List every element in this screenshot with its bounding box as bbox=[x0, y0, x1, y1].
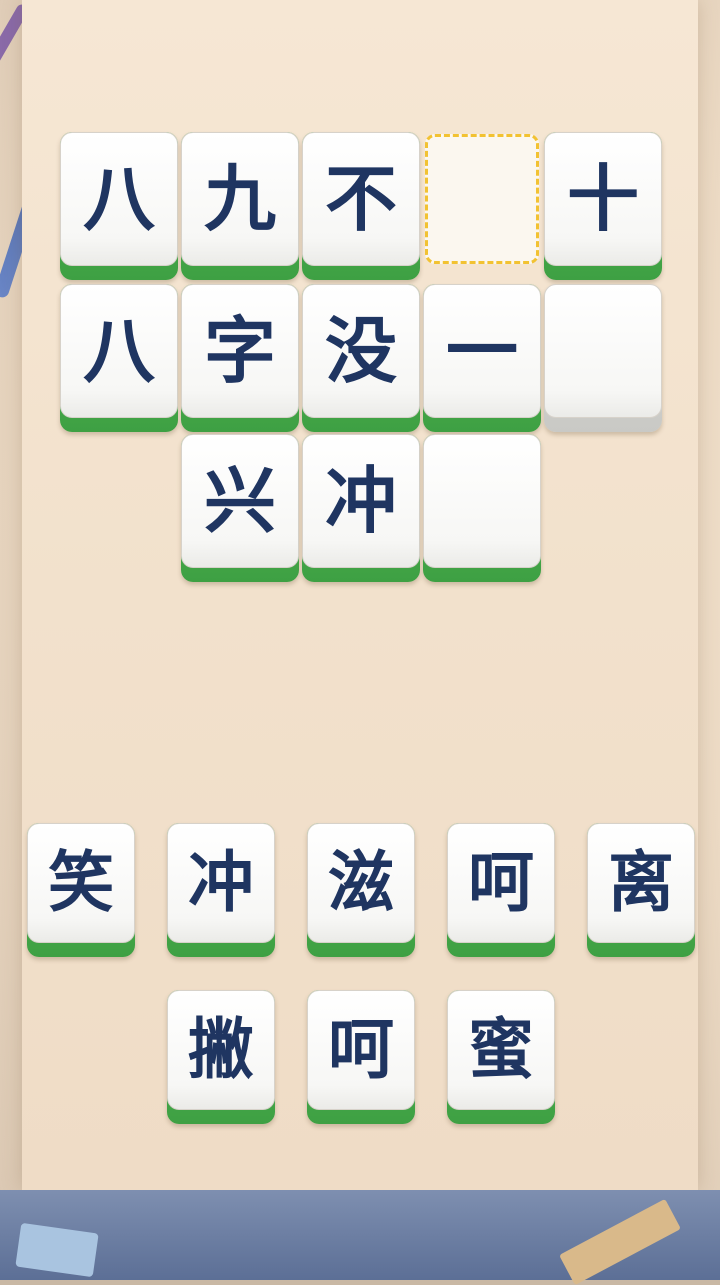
empty-slot[interactable] bbox=[544, 284, 662, 432]
choice-char: 呵 bbox=[468, 844, 534, 921]
choice-tile[interactable]: 滋 bbox=[307, 823, 415, 957]
board-cell[interactable]: 不 bbox=[302, 132, 420, 280]
board-cell[interactable]: 八 bbox=[60, 132, 178, 280]
selected-empty-slot[interactable] bbox=[423, 132, 541, 280]
board-char: 八 bbox=[82, 157, 155, 241]
board-char: 一 bbox=[445, 309, 518, 393]
choice-tile[interactable]: 笑 bbox=[27, 823, 135, 957]
board-char: 字 bbox=[203, 309, 276, 393]
choice-char: 呵 bbox=[328, 1011, 394, 1088]
board-cell[interactable]: 八 bbox=[60, 284, 178, 432]
choice-char: 撇 bbox=[188, 1011, 254, 1088]
choice-char: 离 bbox=[608, 844, 674, 921]
choice-tile[interactable]: 蜜 bbox=[447, 990, 555, 1124]
choice-tile[interactable]: 呵 bbox=[307, 990, 415, 1124]
choice-char: 滋 bbox=[328, 844, 394, 921]
board-char: 不 bbox=[324, 157, 397, 241]
choice-char: 蜜 bbox=[468, 1011, 534, 1088]
board-cell[interactable]: 兴 bbox=[181, 434, 299, 582]
board-char: 兴 bbox=[203, 459, 276, 543]
choice-tile[interactable]: 呵 bbox=[447, 823, 555, 957]
board-cell[interactable]: 冲 bbox=[302, 434, 420, 582]
idiom-board: 八 九 不 十 八 字 没 一 兴 冲 bbox=[0, 0, 720, 720]
board-cell[interactable]: 没 bbox=[302, 284, 420, 432]
choice-tile[interactable]: 冲 bbox=[167, 823, 275, 957]
board-char: 冲 bbox=[324, 459, 397, 543]
choice-char: 笑 bbox=[48, 844, 114, 921]
board-char: 八 bbox=[82, 309, 155, 393]
board-cell[interactable]: 字 bbox=[181, 284, 299, 432]
board-char: 十 bbox=[566, 157, 639, 241]
board-cell[interactable]: 十 bbox=[544, 132, 662, 280]
board-char: 九 bbox=[203, 157, 276, 241]
board-char: 没 bbox=[324, 309, 397, 393]
board-cell[interactable]: 九 bbox=[181, 132, 299, 280]
board-cell[interactable]: 一 bbox=[423, 284, 541, 432]
choice-char: 冲 bbox=[188, 844, 254, 921]
choice-tile[interactable]: 撇 bbox=[167, 990, 275, 1124]
empty-slot[interactable] bbox=[423, 434, 541, 582]
choice-tile[interactable]: 离 bbox=[587, 823, 695, 957]
